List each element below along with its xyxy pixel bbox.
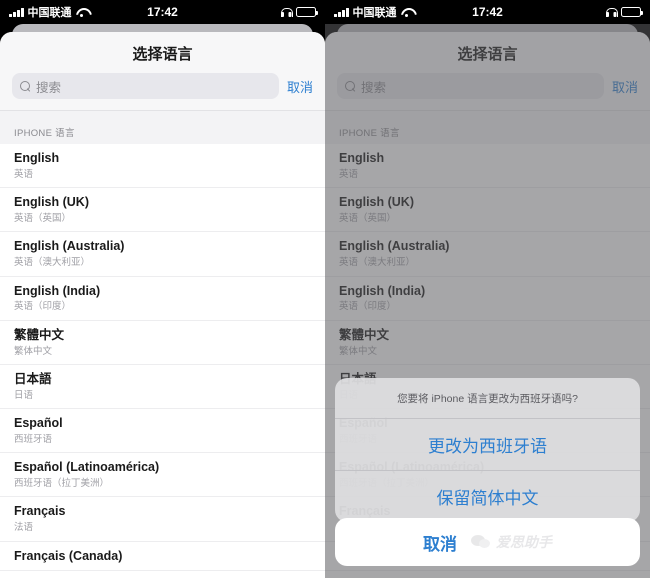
list-item[interactable]: English 英语 bbox=[0, 144, 325, 189]
wechat-logo-icon bbox=[471, 534, 491, 550]
language-subtitle: 英语（英国） bbox=[339, 213, 397, 225]
section-header-iphone-language: IPHONE 语言 bbox=[0, 110, 325, 144]
search-icon bbox=[20, 80, 31, 92]
sheet-header-left: 选择语言 搜索 取消 bbox=[0, 32, 325, 110]
language-name: Français bbox=[14, 504, 66, 519]
status-bar-right-group bbox=[606, 7, 643, 17]
language-name: English bbox=[339, 151, 385, 165]
language-name: English (India) bbox=[14, 283, 101, 298]
card-stack-left: 选择语言 搜索 取消 IPHONE 语言 English 英语 English (… bbox=[0, 24, 325, 578]
search-input[interactable]: 搜索 bbox=[12, 73, 279, 99]
language-subtitle: 英语（印度） bbox=[14, 301, 72, 313]
language-subtitle: 英语 bbox=[14, 168, 34, 180]
right-phone-panel: 中国联通 17:42 选择语言 搜索 取消 IPHONE 语言 English … bbox=[325, 0, 650, 578]
change-to-spanish-button[interactable]: 更改为西班牙语 bbox=[335, 419, 640, 471]
watermark: 爱思助手 bbox=[471, 532, 552, 552]
list-item[interactable]: Français (Canada) bbox=[0, 541, 325, 572]
list-item[interactable]: 日本語日语 bbox=[0, 364, 325, 410]
search-row-right: 搜索 取消 bbox=[325, 73, 650, 110]
status-bar-right-group bbox=[281, 7, 318, 17]
watermark-text: 爱思助手 bbox=[496, 534, 552, 550]
search-placeholder: 搜索 bbox=[36, 80, 62, 95]
list-item[interactable]: English (UK) 英语（英国） bbox=[0, 188, 325, 233]
language-sheet-left: 选择语言 搜索 取消 IPHONE 语言 English 英语 English (… bbox=[0, 32, 325, 578]
list-item[interactable]: English 英语 bbox=[325, 144, 650, 189]
language-name: English (UK) bbox=[339, 195, 414, 210]
language-list-left: English 英语 English (UK) 英语（英国） English (Au… bbox=[0, 144, 325, 572]
language-name: English bbox=[14, 151, 60, 165]
language-name: English (India) bbox=[339, 283, 426, 298]
status-bar-right: 中国联通 17:42 bbox=[325, 0, 650, 24]
list-item[interactable]: Español 西班牙语 bbox=[0, 409, 325, 454]
keep-simplified-chinese-button[interactable]: 保留简体中文 bbox=[335, 471, 640, 522]
language-name: Español (Latinoamérica) bbox=[14, 460, 160, 475]
signal-bars-icon bbox=[334, 7, 349, 17]
search-input[interactable]: 搜索 bbox=[337, 73, 604, 99]
action-sheet: 您要将 iPhone 语言更改为西班牙语吗? 更改为西班牙语 保留简体中文 bbox=[335, 378, 640, 522]
action-sheet-message: 您要将 iPhone 语言更改为西班牙语吗? bbox=[335, 378, 640, 419]
language-subtitle: 繁体中文 bbox=[14, 345, 53, 357]
battery-icon bbox=[296, 7, 318, 17]
list-item[interactable]: Español (Latinoamérica) 西班牙语（拉丁美洲） bbox=[0, 453, 325, 498]
language-subtitle: 英语（澳大利亚） bbox=[339, 257, 416, 269]
status-bar-left-group: 中国联通 bbox=[334, 4, 413, 20]
dual-screenshot-stage: 中国联通 17:42 选择语言 搜索 取消 IPHONE 语言 English … bbox=[0, 0, 650, 578]
signal-bars-icon bbox=[9, 7, 24, 17]
language-name: 繁體中文 bbox=[14, 327, 65, 342]
status-bar-left: 中国联通 17:42 bbox=[0, 0, 325, 24]
search-row-left: 搜索 取消 bbox=[0, 73, 325, 110]
language-name: English (Australia) bbox=[339, 239, 450, 254]
language-name: 日本語 bbox=[14, 371, 52, 386]
list-item[interactable]: English (UK) 英语（英国） bbox=[325, 188, 650, 233]
language-name: Français (Canada) bbox=[14, 548, 123, 563]
language-subtitle: 英语（澳大利亚） bbox=[14, 257, 91, 269]
language-subtitle: 英语 bbox=[339, 168, 359, 180]
section-header-iphone-language: IPHONE 语言 bbox=[325, 110, 650, 144]
search-cancel-button[interactable]: 取消 bbox=[612, 77, 640, 96]
headphone-icon bbox=[281, 7, 293, 17]
language-subtitle: 日语 bbox=[14, 389, 34, 401]
language-subtitle: 繁体中文 bbox=[339, 345, 378, 357]
language-name: English (Australia) bbox=[14, 239, 125, 254]
cancel-button[interactable]: 取消 bbox=[423, 530, 457, 555]
language-subtitle: 西班牙语 bbox=[14, 433, 53, 445]
list-item[interactable]: English (Australia) 英语（澳大利亚） bbox=[325, 232, 650, 277]
list-item[interactable]: Français 法语 bbox=[0, 497, 325, 542]
language-name: Español bbox=[14, 416, 63, 431]
left-phone-panel: 中国联通 17:42 选择语言 搜索 取消 IPHONE 语言 English … bbox=[0, 0, 325, 578]
carrier-label: 中国联通 bbox=[352, 7, 397, 19]
battery-icon bbox=[621, 7, 643, 17]
list-item[interactable]: English (India) 英语（印度） bbox=[325, 276, 650, 321]
search-icon bbox=[345, 80, 356, 92]
status-bar-left-group: 中国联通 bbox=[9, 4, 88, 20]
carrier-label: 中国联通 bbox=[27, 7, 72, 19]
list-item[interactable]: English (India) 英语（印度） bbox=[0, 276, 325, 321]
list-item[interactable]: English (Australia) 英语（澳大利亚） bbox=[0, 232, 325, 277]
search-placeholder: 搜索 bbox=[361, 80, 387, 95]
sheet-header-right: 选择语言 搜索 取消 bbox=[325, 32, 650, 110]
wifi-icon bbox=[76, 7, 88, 17]
page-title: 选择语言 bbox=[457, 46, 518, 63]
language-subtitle: 英语（印度） bbox=[339, 301, 397, 313]
wifi-icon bbox=[401, 7, 413, 17]
page-title: 选择语言 bbox=[132, 46, 193, 63]
action-sheet-cancel-container[interactable]: 取消 爱思助手 bbox=[335, 518, 640, 566]
search-cancel-button[interactable]: 取消 bbox=[287, 77, 315, 96]
language-name: 繁體中文 bbox=[339, 327, 390, 342]
language-subtitle: 西班牙语（拉丁美洲） bbox=[14, 478, 110, 490]
language-name: English (UK) bbox=[14, 195, 89, 210]
language-subtitle: 法语 bbox=[14, 522, 34, 534]
list-item[interactable]: 繁體中文 繁体中文 bbox=[0, 320, 325, 365]
list-item[interactable]: 繁體中文 繁体中文 bbox=[325, 320, 650, 365]
headphone-icon bbox=[606, 7, 618, 17]
language-subtitle: 英语（英国） bbox=[14, 213, 72, 225]
